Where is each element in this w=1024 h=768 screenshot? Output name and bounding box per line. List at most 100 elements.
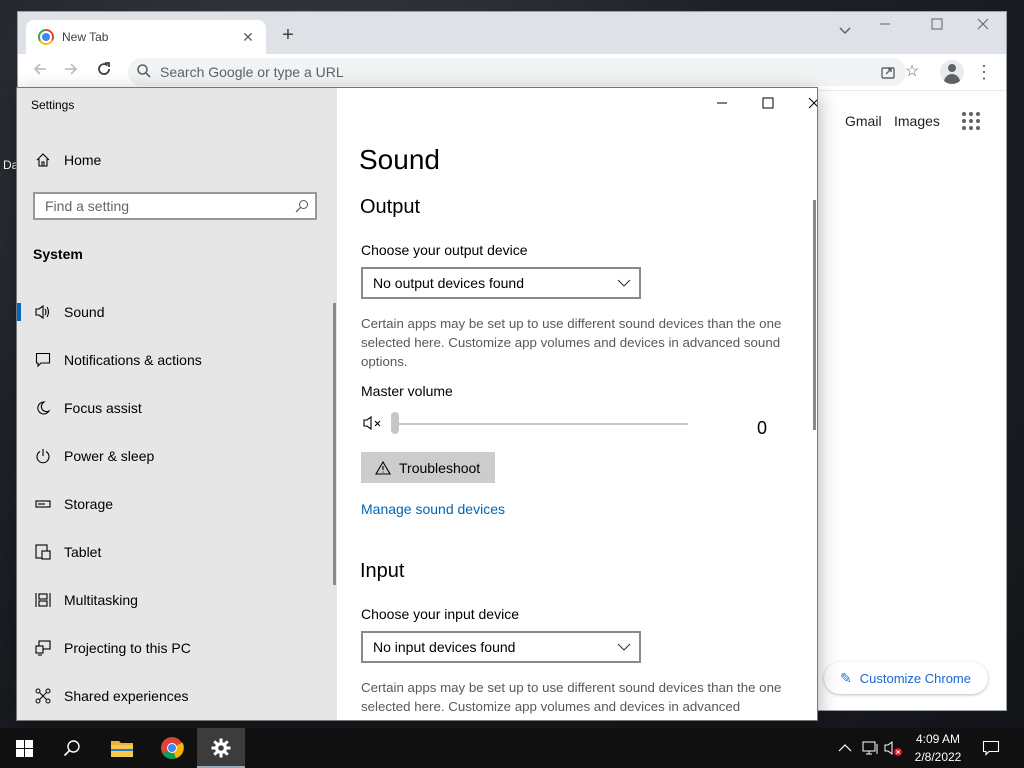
tab-search-icon[interactable]	[834, 24, 856, 38]
search-button[interactable]	[48, 728, 96, 768]
close-window-button[interactable]	[960, 12, 1006, 42]
chevron-down-icon	[617, 643, 631, 651]
settings-close-button[interactable]	[791, 88, 817, 120]
action-center-icon	[982, 740, 1000, 756]
chrome-tab-strip: New Tab ✕ +	[18, 12, 1006, 54]
nav-item-sound[interactable]: Sound	[17, 288, 337, 336]
nav-item-shared-experiences[interactable]: Shared experiences	[17, 672, 337, 720]
close-tab-icon[interactable]: ✕	[238, 29, 258, 46]
minimize-button[interactable]	[862, 12, 908, 42]
settings-search-box[interactable]	[33, 192, 317, 220]
home-icon	[32, 152, 54, 168]
volume-slider-thumb[interactable]	[391, 412, 399, 434]
input-heading: Input	[360, 560, 405, 582]
input-description: Certain apps may be set up to use differ…	[361, 680, 782, 714]
output-device-label: Choose your output device	[361, 242, 528, 258]
nav-label: Notifications & actions	[64, 352, 202, 368]
storage-icon	[32, 496, 54, 512]
warning-icon	[375, 460, 391, 475]
chevron-up-icon	[838, 744, 852, 752]
speaker-muted-icon[interactable]	[363, 414, 385, 432]
nav-item-storage[interactable]: Storage	[17, 480, 337, 528]
reload-button[interactable]	[93, 61, 115, 83]
search-icon	[63, 740, 80, 757]
clock-time: 4:09 AM	[915, 732, 961, 746]
settings-taskbar-button[interactable]	[197, 728, 245, 768]
manage-sound-devices-link[interactable]: Manage sound devices	[361, 501, 505, 517]
output-device-value: No output devices found	[373, 275, 524, 291]
address-input[interactable]	[160, 58, 760, 86]
chrome-favicon-icon	[38, 29, 54, 45]
chrome-toolbar: ☆ ⋮	[18, 54, 1006, 91]
nav-item-power-sleep[interactable]: Power & sleep	[17, 432, 337, 480]
chevron-down-icon	[617, 279, 631, 287]
projecting-icon	[32, 640, 54, 656]
action-center-button[interactable]	[982, 728, 1000, 768]
nav-item-projecting[interactable]: Projecting to this PC	[17, 624, 337, 672]
home-label: Home	[64, 152, 102, 168]
forward-button[interactable]	[60, 61, 82, 83]
input-device-dropdown[interactable]: No input devices found	[361, 631, 641, 663]
nav-label: Projecting to this PC	[64, 640, 191, 656]
page-title: Sound	[359, 144, 440, 175]
file-explorer-button[interactable]	[98, 728, 146, 768]
settings-maximize-button[interactable]	[745, 88, 791, 120]
input-device-value: No input devices found	[373, 639, 516, 655]
output-device-dropdown[interactable]: No output devices found	[361, 267, 641, 299]
settings-sidebar: Settings Home System Sound No	[17, 88, 337, 720]
new-tab-button[interactable]: +	[276, 24, 300, 48]
folder-icon	[111, 741, 133, 757]
customize-chrome-label: Customize Chrome	[859, 670, 971, 686]
settings-minimize-button[interactable]	[699, 88, 745, 120]
output-description: Certain apps may be set up to use differ…	[361, 316, 782, 369]
gear-icon	[211, 738, 231, 758]
nav-item-tablet[interactable]: Tablet	[17, 528, 337, 576]
nav-label: Power & sleep	[64, 448, 155, 464]
troubleshoot-label: Troubleshoot	[399, 459, 481, 476]
nav-label: Sound	[64, 304, 105, 320]
system-section-header: System	[33, 246, 83, 262]
settings-nav-list: Sound Notifications & actions Focus assi…	[17, 288, 337, 720]
tab-title: New Tab	[62, 30, 109, 44]
nav-label: Focus assist	[64, 400, 142, 416]
search-icon	[137, 64, 151, 78]
home-nav-item[interactable]: Home	[17, 146, 337, 174]
troubleshoot-button[interactable]: Troubleshoot	[361, 452, 495, 483]
chrome-tab[interactable]: New Tab ✕	[26, 20, 266, 54]
chrome-taskbar-button[interactable]	[148, 728, 196, 768]
nav-item-focus-assist[interactable]: Focus assist	[17, 384, 337, 432]
nav-item-notifications[interactable]: Notifications & actions	[17, 336, 337, 384]
search-icon	[295, 200, 308, 213]
back-button[interactable]	[29, 61, 51, 83]
customize-chrome-button[interactable]: ✎ Customize Chrome	[824, 662, 988, 694]
settings-content: Sound Output Choose your output device N…	[337, 88, 817, 720]
gmail-link[interactable]: Gmail	[845, 113, 882, 129]
taskbar-clock[interactable]: 4:09 AM 2/8/2022	[900, 730, 976, 766]
clock-date: 2/8/2022	[914, 750, 962, 764]
output-heading: Output	[360, 196, 421, 218]
maximize-button[interactable]	[914, 12, 960, 42]
content-scrollbar[interactable]	[813, 200, 816, 430]
images-link[interactable]: Images	[894, 113, 940, 129]
start-button[interactable]	[0, 728, 48, 768]
tablet-icon	[32, 544, 54, 560]
nav-label: Storage	[64, 496, 114, 512]
find-setting-input[interactable]	[45, 194, 285, 218]
windows-logo-icon	[15, 739, 33, 757]
shared-icon	[32, 688, 54, 704]
power-icon	[32, 448, 54, 464]
settings-window: Settings Home System Sound No	[17, 88, 817, 720]
chrome-icon	[161, 737, 184, 760]
network-tray-icon[interactable]	[862, 728, 880, 768]
profile-avatar[interactable]	[940, 60, 964, 84]
omnibox[interactable]	[128, 58, 906, 86]
chrome-menu-icon[interactable]: ⋮	[973, 61, 995, 83]
share-icon[interactable]	[880, 64, 896, 80]
bookmark-star-icon[interactable]: ☆	[901, 61, 923, 83]
master-volume-label: Master volume	[361, 383, 453, 399]
volume-slider-track[interactable]	[395, 423, 688, 425]
sidebar-scrollbar[interactable]	[333, 303, 336, 585]
show-hidden-icons-button[interactable]	[838, 728, 852, 768]
nav-item-multitasking[interactable]: Multitasking	[17, 576, 337, 624]
google-apps-icon[interactable]	[962, 112, 980, 130]
